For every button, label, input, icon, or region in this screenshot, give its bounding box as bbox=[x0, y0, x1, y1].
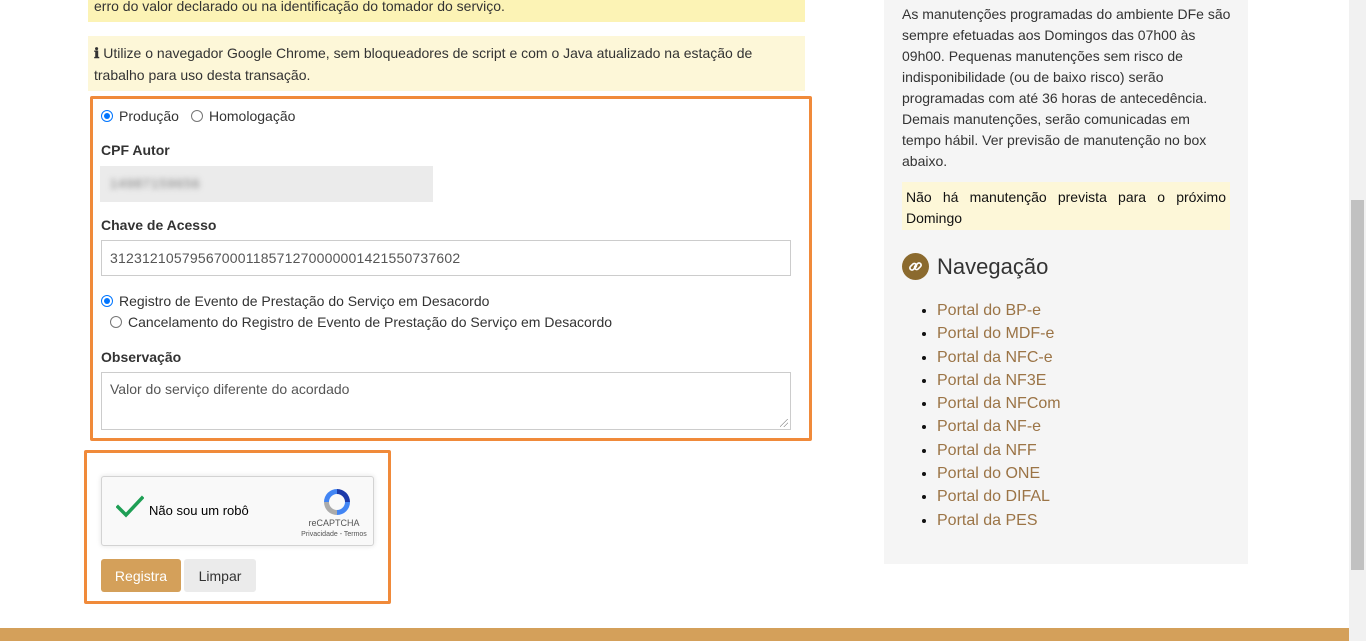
nav-link[interactable]: Portal do MDF-e bbox=[937, 325, 1054, 342]
page-scrollbar[interactable] bbox=[1349, 0, 1366, 641]
radio-producao[interactable]: Produção bbox=[101, 108, 179, 124]
radio-homologacao-button[interactable] bbox=[191, 110, 203, 122]
info-message: ℹ Utilize o navegador Google Chrome, sem… bbox=[88, 36, 805, 91]
recaptcha-widget[interactable]: Não sou um robô reCAPTCHA Privacidade - … bbox=[101, 476, 374, 546]
recaptcha-brand: reCAPTCHA bbox=[308, 518, 360, 528]
radio-producao-button[interactable] bbox=[101, 110, 113, 122]
nav-item-one[interactable]: Portal do ONE bbox=[937, 462, 1061, 485]
nav-heading: Navegação bbox=[902, 253, 1048, 280]
link-icon bbox=[902, 253, 929, 280]
radio-cancelamento-evento[interactable]: Cancelamento do Registro de Evento de Pr… bbox=[110, 314, 612, 330]
recaptcha-privacy-link[interactable]: Privacidade bbox=[301, 531, 338, 538]
info-text: Utilize o navegador Google Chrome, sem b… bbox=[94, 45, 753, 83]
radio-homologacao-label: Homologação bbox=[209, 108, 296, 124]
nav-link[interactable]: Portal da NFF bbox=[937, 442, 1037, 459]
limpar-button[interactable]: Limpar bbox=[184, 559, 256, 592]
radio-registro-evento[interactable]: Registro de Evento de Prestação do Servi… bbox=[101, 293, 489, 309]
resize-grip-icon[interactable] bbox=[780, 419, 788, 427]
maintenance-text: As manutenções programadas do ambiente D… bbox=[902, 6, 1231, 169]
nav-link[interactable]: Portal da NF3E bbox=[937, 372, 1046, 389]
nav-link[interactable]: Portal da PES bbox=[937, 512, 1038, 529]
chave-acesso-input[interactable]: 3123121057956700011857127000000142155073… bbox=[101, 240, 791, 276]
nav-item-nfc-e[interactable]: Portal da NFC-e bbox=[937, 346, 1061, 369]
recaptcha-links: Privacidade - Termos bbox=[286, 531, 382, 538]
nav-title: Navegação bbox=[937, 253, 1049, 279]
radio-registro-evento-label: Registro de Evento de Prestação do Servi… bbox=[119, 293, 490, 309]
nav-item-nf-e[interactable]: Portal da NF-e bbox=[937, 415, 1061, 438]
footer-bar bbox=[0, 628, 1349, 641]
registra-button[interactable]: Registra bbox=[101, 559, 181, 592]
nav-item-bp-e[interactable]: Portal do BP-e bbox=[937, 299, 1061, 322]
nav-link[interactable]: Portal do BP-e bbox=[937, 302, 1041, 319]
cpf-input[interactable]: 14987159656 bbox=[100, 166, 433, 202]
nav-item-nff[interactable]: Portal da NFF bbox=[937, 439, 1061, 462]
nav-item-mdf-e[interactable]: Portal do MDF-e bbox=[937, 322, 1061, 345]
recaptcha-terms-link[interactable]: Termos bbox=[344, 531, 367, 538]
nav-link[interactable]: Portal da NF-e bbox=[937, 418, 1041, 435]
radio-producao-label: Produção bbox=[119, 108, 179, 124]
warning-text: erro do valor declarado ou na identifica… bbox=[94, 0, 505, 14]
observacao-label: Observação bbox=[101, 349, 182, 365]
nav-link[interactable]: Portal do DIFAL bbox=[937, 488, 1050, 505]
nav-list: Portal do BP-e Portal do MDF-e Portal da… bbox=[920, 299, 1061, 532]
radio-homologacao[interactable]: Homologação bbox=[191, 108, 295, 124]
recaptcha-label: Não sou um robô bbox=[149, 503, 249, 518]
nav-item-nfcom[interactable]: Portal da NFCom bbox=[937, 392, 1061, 415]
nav-item-pes[interactable]: Portal da PES bbox=[937, 509, 1061, 532]
chave-label: Chave de Acesso bbox=[101, 217, 217, 233]
observacao-textarea[interactable]: Valor do serviço diferente do acordado bbox=[101, 372, 791, 430]
cpf-value-blurred: 14987159656 bbox=[110, 176, 201, 191]
nav-item-difal[interactable]: Portal do DIFAL bbox=[937, 485, 1061, 508]
scrollbar-thumb[interactable] bbox=[1351, 200, 1364, 570]
cpf-label: CPF Autor bbox=[101, 142, 170, 158]
recaptcha-logo-icon bbox=[324, 489, 350, 515]
radio-registro-evento-button[interactable] bbox=[101, 295, 113, 307]
nav-link[interactable]: Portal do ONE bbox=[937, 465, 1040, 482]
maintenance-notice: Não há manutenção prevista para o próxim… bbox=[902, 182, 1230, 230]
radio-cancelamento-evento-button[interactable] bbox=[110, 316, 122, 328]
sidebar: As manutenções programadas do ambiente D… bbox=[884, 0, 1248, 564]
warning-message: erro do valor declarado ou na identifica… bbox=[88, 0, 805, 22]
nav-item-nf3e[interactable]: Portal da NF3E bbox=[937, 369, 1061, 392]
nav-link[interactable]: Portal da NFCom bbox=[937, 395, 1061, 412]
checkmark-icon[interactable] bbox=[116, 495, 144, 519]
nav-link[interactable]: Portal da NFC-e bbox=[937, 349, 1053, 366]
radio-cancelamento-evento-label: Cancelamento do Registro de Evento de Pr… bbox=[128, 314, 613, 330]
info-icon: ℹ bbox=[94, 46, 100, 62]
observacao-value: Valor do serviço diferente do acordado bbox=[110, 381, 350, 397]
